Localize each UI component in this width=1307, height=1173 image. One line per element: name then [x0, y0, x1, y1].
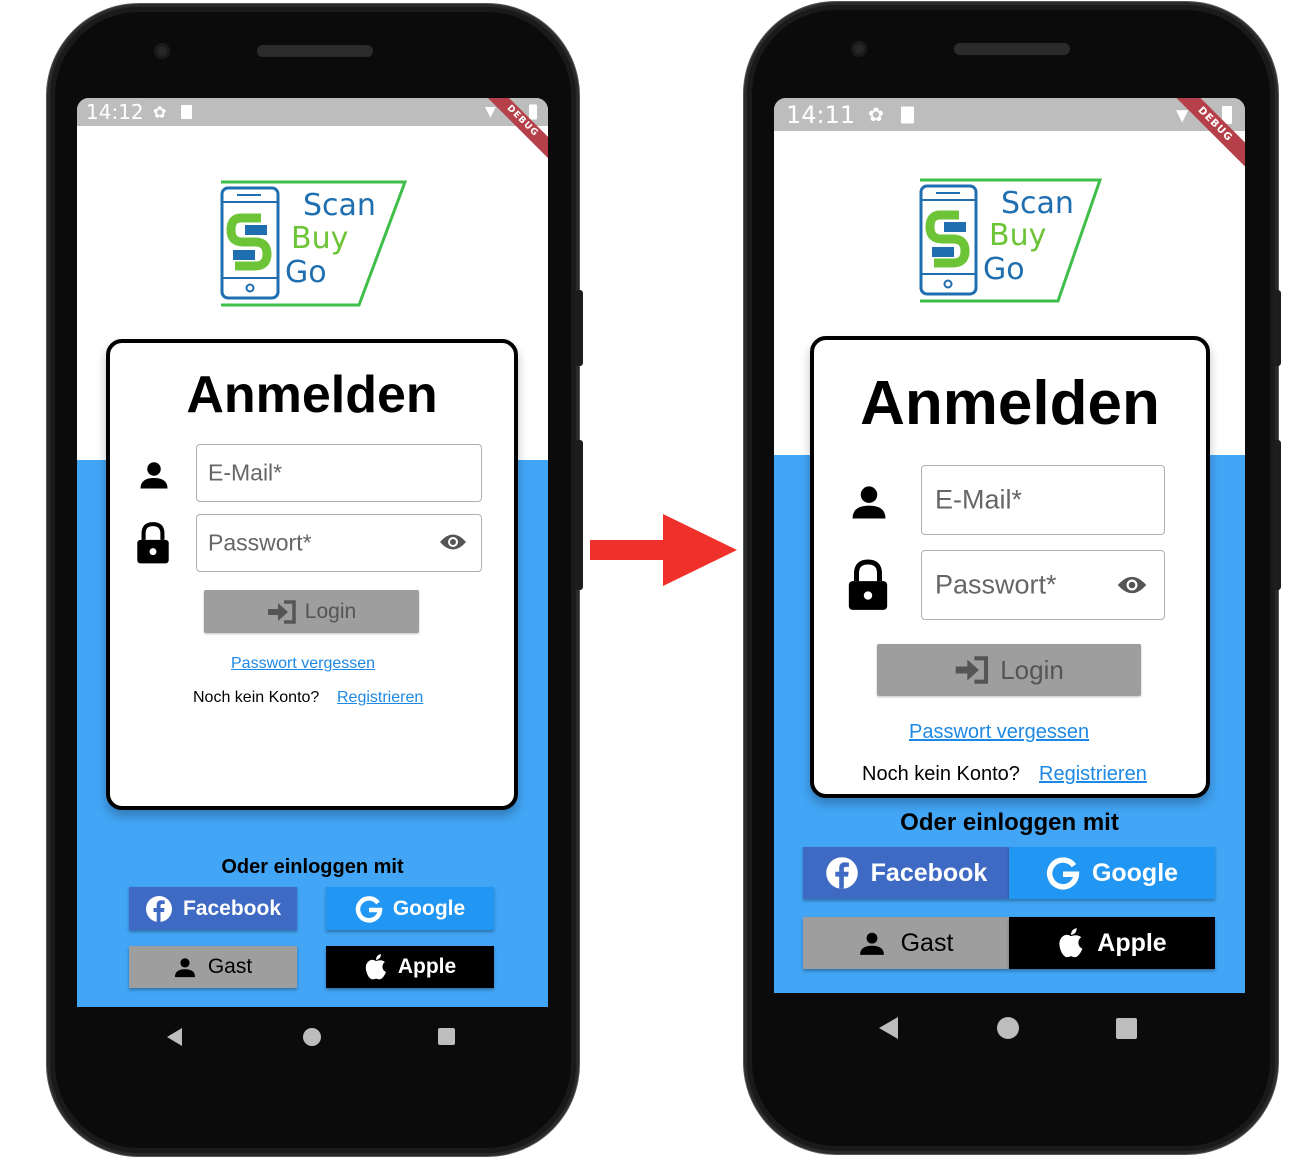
power-button [1273, 290, 1281, 366]
logo-text-go: Go [285, 255, 327, 290]
settings-icon: ✿ [868, 103, 884, 126]
person-icon [136, 457, 172, 493]
facebook-label: Facebook [870, 858, 988, 887]
password-placeholder: Passwort* [935, 569, 1057, 600]
google-label: Google [1091, 858, 1179, 887]
status-bar: 14:11 ✿ ▼ [774, 98, 1245, 131]
email-placeholder: E-Mail* [208, 459, 283, 486]
front-camera [851, 41, 867, 57]
login-button[interactable]: Login [204, 590, 419, 633]
logo-text-buy: Buy [989, 218, 1047, 253]
facebook-button[interactable]: Facebook [803, 847, 1009, 899]
transition-arrow-icon [589, 512, 739, 588]
back-nav-icon[interactable] [167, 1028, 182, 1046]
google-icon [1046, 856, 1080, 890]
logo-text-buy: Buy [291, 221, 349, 256]
nav-bar-left [77, 1007, 548, 1067]
screen-right: 14:11 ✿ ▼ DEBUG Scan Buy Go Anmelden E-M… [774, 98, 1245, 993]
password-field[interactable]: Passwort* [921, 550, 1165, 620]
apple-label: Apple [1097, 928, 1167, 957]
guest-person-icon [859, 930, 885, 956]
apple-label: Apple [397, 955, 457, 978]
speaker-grille [954, 43, 1070, 55]
power-button [575, 290, 583, 366]
email-field[interactable]: E-Mail* [921, 465, 1165, 535]
wifi-icon: ▼ [485, 104, 496, 120]
page-title: Anmelden [186, 366, 438, 424]
apple-icon [364, 953, 388, 981]
facebook-button[interactable]: Facebook [129, 887, 297, 930]
recents-nav-icon[interactable] [1116, 1018, 1137, 1039]
eye-icon[interactable] [439, 531, 467, 553]
login-label: Login [1000, 654, 1064, 685]
home-nav-icon[interactable] [997, 1017, 1019, 1039]
guest-label: Gast [207, 955, 253, 978]
screen-left: 14:12 ✿ ▼ DEBUG Scan Buy Go Anmelden E-M… [77, 98, 548, 1007]
register-link[interactable]: Registrieren [337, 689, 423, 707]
volume-button [575, 440, 583, 590]
login-icon [267, 599, 297, 624]
nav-bar-right [774, 993, 1245, 1063]
apple-button[interactable]: Apple [1009, 917, 1215, 969]
apple-button[interactable]: Apple [326, 946, 494, 988]
facebook-label: Facebook [182, 896, 282, 920]
person-icon [847, 480, 891, 524]
status-time: 14:12 [86, 100, 144, 124]
guest-person-icon [174, 956, 196, 978]
sd-card-icon [181, 105, 192, 119]
eye-icon[interactable] [1116, 573, 1148, 597]
guest-button[interactable]: Gast [129, 946, 297, 988]
google-icon [355, 895, 383, 923]
settings-icon: ✿ [153, 102, 167, 122]
battery-icon [529, 104, 537, 120]
home-nav-icon[interactable] [303, 1028, 321, 1046]
logo-text-scan: Scan [1001, 186, 1074, 221]
login-card: Anmelden E-Mail* Passwort* Login Passwor… [810, 336, 1210, 798]
forgot-password-link[interactable]: Passwort vergessen [909, 721, 1089, 744]
password-placeholder: Passwort* [208, 529, 312, 556]
facebook-icon [825, 856, 859, 890]
google-label: Google [392, 896, 466, 920]
facebook-icon [145, 895, 173, 923]
no-account-text: Noch kein Konto? [862, 763, 1020, 785]
or-login-with-label: Oder einloggen mit [900, 809, 1119, 836]
recents-nav-icon[interactable] [438, 1028, 455, 1045]
email-placeholder: E-Mail* [935, 484, 1023, 515]
logo-text-scan: Scan [303, 188, 376, 223]
volume-button [1273, 440, 1281, 590]
back-nav-icon[interactable] [879, 1017, 898, 1039]
login-icon [954, 656, 990, 684]
or-login-with-label: Oder einloggen mit [221, 856, 404, 878]
page-title: Anmelden [860, 369, 1160, 438]
no-account-text: Noch kein Konto? [193, 689, 320, 706]
google-button[interactable]: Google [1009, 847, 1215, 899]
logo-text-go: Go [983, 252, 1025, 287]
apple-icon [1057, 927, 1085, 959]
status-time: 14:11 [786, 100, 856, 129]
app-logo: Scan Buy Go [918, 178, 1108, 304]
app-logo: Scan Buy Go [219, 180, 409, 308]
login-button[interactable]: Login [877, 644, 1141, 696]
login-card: Anmelden E-Mail* Passwort* Login Passwor… [106, 339, 518, 810]
guest-button[interactable]: Gast [803, 917, 1009, 969]
password-field[interactable]: Passwort* [196, 514, 482, 572]
speaker-grille [257, 45, 373, 57]
lock-icon [134, 521, 172, 565]
google-button[interactable]: Google [326, 887, 494, 930]
lock-icon [845, 558, 891, 612]
email-field[interactable]: E-Mail* [196, 444, 482, 502]
sd-card-icon [901, 106, 914, 123]
login-label: Login [304, 599, 357, 623]
register-link[interactable]: Registrieren [1039, 763, 1147, 786]
forgot-password-link[interactable]: Passwort vergessen [231, 655, 375, 673]
status-bar: 14:12 ✿ ▼ [77, 98, 548, 126]
front-camera [154, 43, 170, 59]
guest-label: Gast [900, 928, 954, 957]
